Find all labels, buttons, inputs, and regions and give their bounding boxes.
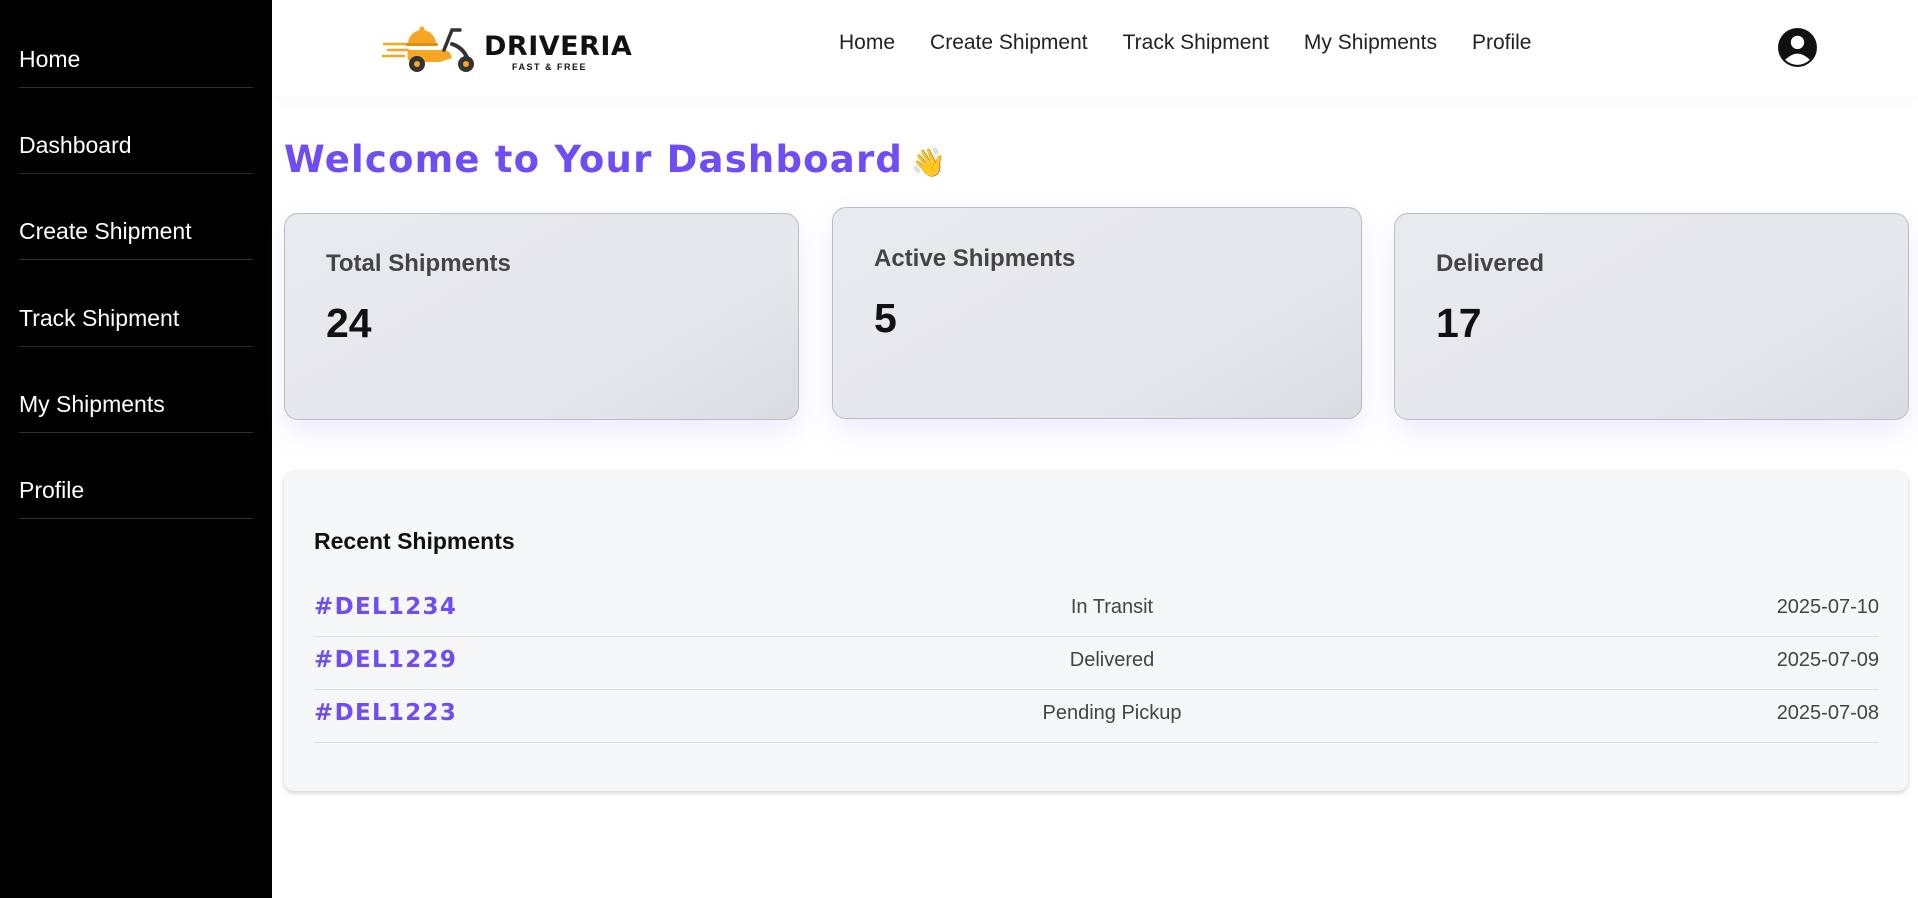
sidebar-item-label: Create Shipment	[19, 218, 192, 244]
page-title-text: Welcome to Your Dashboard	[284, 138, 904, 181]
table-row[interactable]: #DEL1223 Pending Pickup 2025-07-08	[314, 690, 1879, 743]
sidebar-item-label: Dashboard	[19, 132, 132, 158]
stat-card-total-shipments: Total Shipments 24	[284, 213, 799, 420]
stat-card-label: Active Shipments	[874, 245, 1076, 272]
nav-link-create-shipment[interactable]: Create Shipment	[930, 31, 1088, 55]
table-row[interactable]: #DEL1229 Delivered 2025-07-09	[314, 637, 1879, 690]
stat-card-delivered: Delivered 17	[1394, 213, 1909, 420]
sidebar-item-profile[interactable]: Profile	[19, 433, 253, 519]
user-circle-icon[interactable]	[1777, 27, 1818, 68]
shipment-date: 2025-07-08	[1776, 702, 1879, 724]
shipment-status: In Transit	[1070, 596, 1154, 618]
brand-logo[interactable]: DRIVERIA FAST & FREE	[382, 14, 632, 76]
sidebar-item-home[interactable]: Home	[19, 2, 253, 88]
sidebar-item-label: Profile	[19, 477, 85, 503]
recent-shipments-title: Recent Shipments	[314, 528, 515, 554]
stat-card-label: Delivered	[1436, 250, 1545, 277]
sidebar-item-label: My Shipments	[19, 391, 165, 417]
shipment-date: 2025-07-09	[1776, 649, 1879, 671]
sidebar: Home Dashboard Create Shipment Track Shi…	[0, 0, 272, 898]
top-nav: Home Create Shipment Track Shipment My S…	[839, 31, 1531, 55]
page-title: Welcome to Your Dashboard 👋	[284, 138, 947, 181]
stat-card-label: Total Shipments	[326, 250, 511, 277]
stat-card-value: 17	[1436, 300, 1482, 346]
shipment-date: 2025-07-10	[1776, 596, 1879, 618]
sidebar-item-dashboard[interactable]: Dashboard	[19, 88, 253, 174]
nav-link-home[interactable]: Home	[839, 31, 895, 55]
table-row[interactable]: #DEL1234 In Transit 2025-07-10	[314, 584, 1879, 637]
brand-tagline: FAST & FREE	[512, 62, 588, 72]
sidebar-item-track-shipment[interactable]: Track Shipment	[19, 261, 253, 347]
recent-shipments-panel: Recent Shipments #DEL1234 In Transit 202…	[284, 471, 1908, 791]
stat-card-value: 24	[326, 300, 372, 346]
nav-link-profile[interactable]: Profile	[1472, 31, 1532, 55]
sidebar-item-label: Home	[19, 46, 81, 72]
shipment-status: Pending Pickup	[1042, 702, 1182, 724]
shipment-status: Delivered	[1069, 649, 1155, 671]
stat-card-active-shipments: Active Shipments 5	[832, 207, 1362, 419]
top-header: DRIVERIA FAST & FREE Home Create Shipmen…	[272, 0, 1918, 96]
sidebar-item-my-shipments[interactable]: My Shipments	[19, 347, 253, 433]
stat-card-value: 5	[874, 295, 897, 341]
nav-link-my-shipments[interactable]: My Shipments	[1304, 31, 1437, 55]
brand-name: DRIVERIA	[484, 31, 633, 62]
scooter-icon	[382, 26, 474, 72]
sidebar-item-create-shipment[interactable]: Create Shipment	[19, 174, 253, 260]
sidebar-item-label: Track Shipment	[19, 305, 180, 331]
waving-hand-icon: 👋	[911, 146, 948, 179]
nav-link-track-shipment[interactable]: Track Shipment	[1123, 31, 1269, 55]
